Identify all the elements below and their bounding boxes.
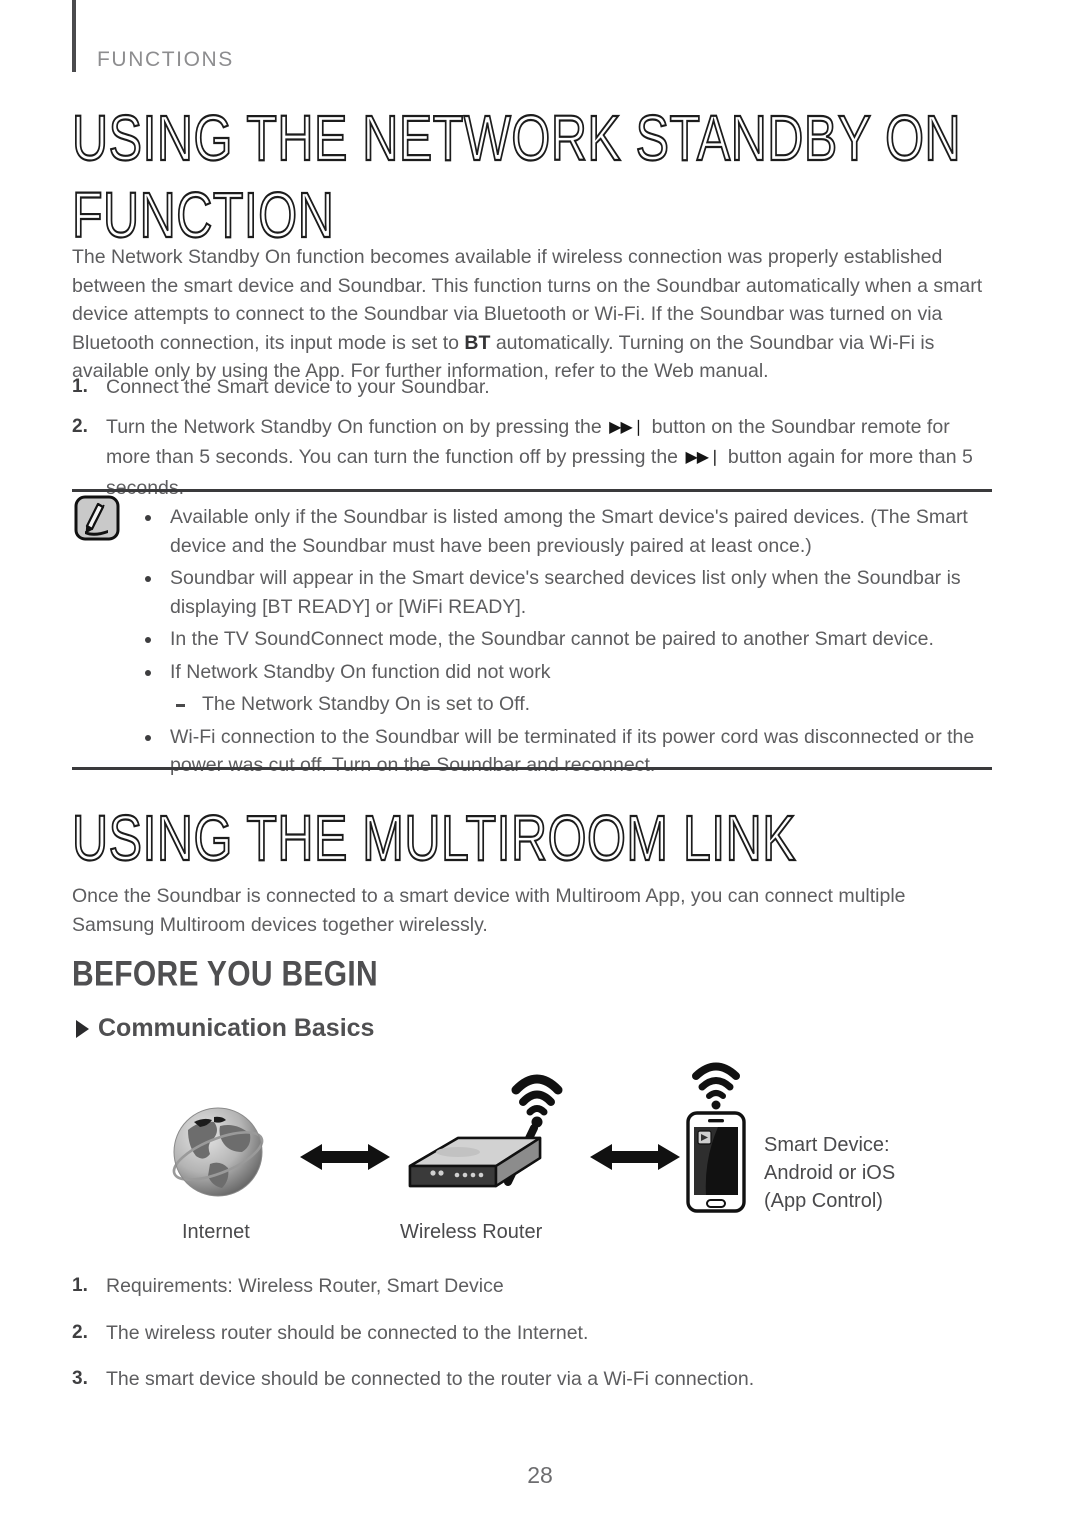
note-divider-top — [72, 489, 992, 492]
smart-device-line: (App Control) — [764, 1190, 883, 1212]
list-item: 3. The smart device should be connected … — [72, 1365, 997, 1394]
list-item: In the TV SoundConnect mode, the Soundba… — [140, 625, 995, 654]
note-divider-bottom — [72, 767, 992, 770]
list-text: The smart device should be connected to … — [106, 1368, 755, 1390]
heading-before-you-begin: BEFORE YOU BEGIN — [72, 955, 378, 994]
smartphone-icon — [686, 1062, 746, 1213]
list-item: 2. The wireless router should be connect… — [72, 1319, 997, 1348]
diagram-label-router: Wireless Router — [400, 1221, 543, 1243]
list-index: 3. — [72, 1368, 88, 1389]
diagram-label-internet: Internet — [182, 1221, 250, 1243]
list-item: Wi-Fi connection to the Soundbar will be… — [140, 723, 995, 780]
steps-list: 1. Connect the Smart device to your Soun… — [72, 373, 997, 513]
wireless-router-icon — [408, 1074, 563, 1188]
double-arrow-icon — [300, 1144, 390, 1170]
intro-paragraph-network: The Network Standby On function becomes … — [72, 243, 992, 386]
header-accent-bar — [72, 0, 76, 72]
list-text: Requirements: Wireless Router, Smart Dev… — [106, 1275, 504, 1297]
list-text-part1: Turn the Network Standby On function on … — [106, 415, 608, 438]
list-item: If Network Standby On function did not w… — [140, 658, 995, 687]
heading-label: Communication Basics — [98, 1014, 375, 1042]
list-index: 2. — [72, 1321, 88, 1343]
globe-icon — [172, 1107, 264, 1197]
page-title-network-standby: USING THE NETWORK STANDBY ON FUNCTION — [71, 101, 962, 252]
list-text: The wireless router should be connected … — [106, 1321, 589, 1344]
wifi-signal-icon — [511, 1074, 563, 1128]
skip-forward-icon: ▶▶❘ — [685, 449, 721, 466]
skip-forward-icon: ▶▶❘ — [609, 418, 645, 436]
heading-communication-basics: Communication Basics — [76, 1014, 374, 1043]
note-bullet-list: Available only if the Soundbar is listed… — [140, 503, 995, 784]
list-text: Connect the Smart device to your Soundba… — [106, 376, 490, 398]
section-kicker: FUNCTIONS — [97, 48, 234, 71]
wifi-signal-icon — [692, 1062, 740, 1110]
list-index: 1. — [72, 376, 88, 397]
list-item: Soundbar will appear in the Smart device… — [140, 564, 995, 621]
smart-device-line: Smart Device: — [764, 1134, 890, 1156]
requirements-list: 1. Requirements: Wireless Router, Smart … — [72, 1272, 997, 1412]
list-index: 1. — [72, 1275, 88, 1296]
intro-paragraph-multiroom: Once the Soundbar is connected to a smar… — [72, 885, 906, 936]
triangle-bullet-icon — [76, 1019, 89, 1038]
diagram-label-smart-device: Smart Device: Android or iOS (App Contro… — [764, 1131, 895, 1215]
list-item: 1. Requirements: Wireless Router, Smart … — [72, 1272, 997, 1301]
list-index: 2. — [72, 415, 88, 437]
bt-emphasis: BT — [464, 331, 491, 354]
note-pencil-icon — [74, 495, 120, 541]
smart-device-line: Android or iOS — [764, 1162, 896, 1184]
page-title-multiroom: USING THE MULTIROOM LINK — [71, 801, 797, 875]
page-number: 28 — [527, 1462, 553, 1488]
list-item: Available only if the Soundbar is listed… — [140, 503, 995, 560]
list-item: 1. Connect the Smart device to your Soun… — [72, 373, 997, 402]
double-arrow-icon — [590, 1144, 680, 1170]
manual-page: FUNCTIONS USING THE NETWORK STANDBY ON F… — [0, 0, 1080, 1532]
list-sub-item: The Network Standby On is set to Off. — [170, 690, 995, 719]
communication-basics-diagram: Internet Wireless Router Smart Device: A… — [72, 1055, 992, 1255]
